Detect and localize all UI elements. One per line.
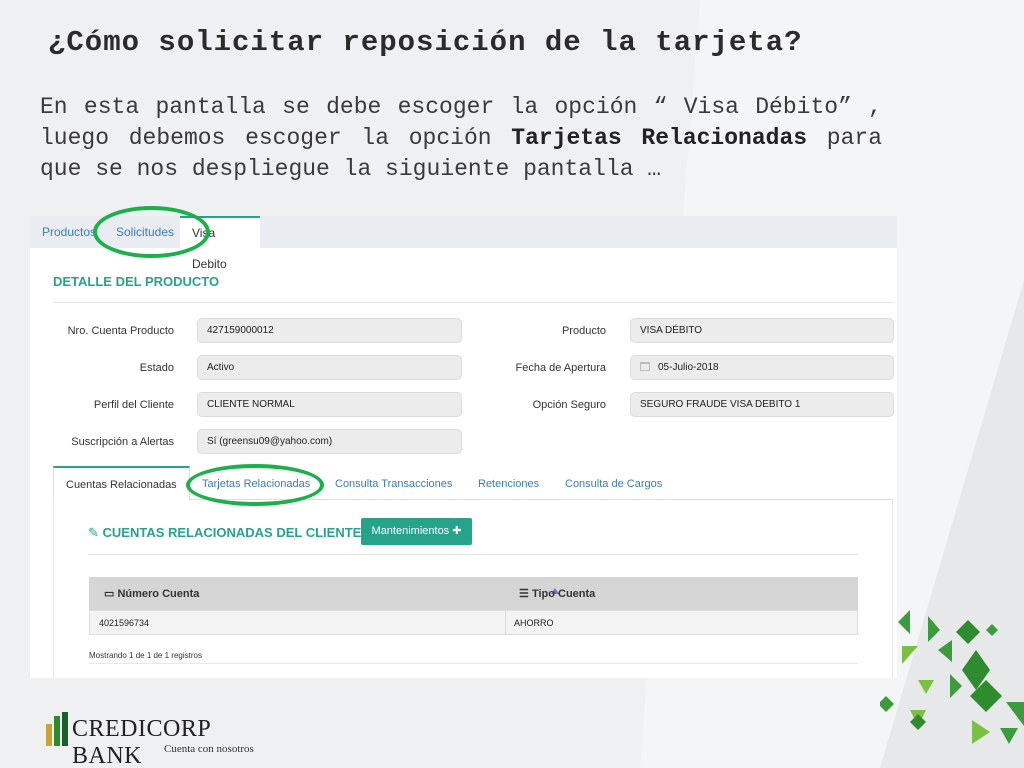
fecha-label: Fecha de Apertura xyxy=(515,362,606,374)
records-info: Mostrando 1 de 1 de 1 registros xyxy=(89,651,202,660)
perfil-label: Perfil del Cliente xyxy=(93,399,174,411)
col-tipo-cuenta-label: Tipo Cuenta xyxy=(531,588,596,600)
nro-cuenta-label: Nro. Cuenta Producto xyxy=(67,325,174,337)
brand-name: CREDICORP BANK xyxy=(72,716,211,768)
col-numero-cuenta[interactable]: ▭ Número Cuenta xyxy=(104,577,199,610)
decorative-triangles xyxy=(880,610,1024,744)
estado-field[interactable]: Activo xyxy=(197,355,462,380)
alertas-field[interactable]: Sí (greensu09@yahoo.com) xyxy=(197,429,462,454)
seguro-label: Opción Seguro xyxy=(532,399,606,411)
related-accounts-title: ✎ CUENTAS RELACIONADAS DEL CLIENTE xyxy=(88,525,361,541)
alertas-label: Suscripción a Alertas xyxy=(71,436,174,448)
slide-title: ¿Cómo solicitar reposición de la tarjeta… xyxy=(48,26,803,59)
calendar-icon xyxy=(640,362,650,371)
cell-divider xyxy=(505,611,506,634)
brand-tagline: Cuenta con nosotros xyxy=(164,743,254,755)
divider xyxy=(88,554,858,555)
table-header: ▭ Número Cuenta ☰ Tipo Cuenta xyxy=(89,577,858,610)
paperclip-icon: ✎ xyxy=(88,525,103,540)
seguro-field[interactable]: SEGURO FRAUDE VISA DEBITO 1 xyxy=(630,392,894,417)
producto-label: Producto xyxy=(561,325,606,337)
detail-title: DETALLE DEL PRODUCTO xyxy=(53,274,220,289)
subtab-consulta-cargos[interactable]: Consulta de Cargos xyxy=(565,466,662,500)
highlight-circle-solicitudes xyxy=(93,206,210,258)
subtabs: Cuentas Relacionadas Tarjetas Relacionad… xyxy=(53,466,893,501)
highlight-circle-tarjetas xyxy=(186,464,324,506)
fecha-value: 05-Julio-2018 xyxy=(658,362,719,373)
list-icon: ☰ xyxy=(519,588,529,600)
estado-label: Estado xyxy=(139,362,174,374)
mantenimientos-button[interactable]: Mantenimientos ✚ xyxy=(361,518,472,545)
col-tipo-cuenta[interactable]: ☰ Tipo Cuenta xyxy=(519,577,595,610)
col-numero-cuenta-label: Número Cuenta xyxy=(117,588,200,600)
subtab-cuentas-relacionadas[interactable]: Cuentas Relacionadas xyxy=(53,466,190,501)
subtab-retenciones[interactable]: Retenciones xyxy=(478,466,539,500)
perfil-field[interactable]: CLIENTE NORMAL xyxy=(197,392,462,417)
intro-bold-option: Tarjetas Relacionadas xyxy=(511,125,808,151)
cell-tipo-cuenta: AHORRO xyxy=(514,618,554,628)
credicorp-logo: CREDICORP BANK Cuenta con nosotros xyxy=(46,712,266,768)
table-row[interactable]: 4021596734 AHORRO xyxy=(89,610,858,635)
subtab-consulta-transacciones[interactable]: Consulta Transacciones xyxy=(335,466,452,500)
divider xyxy=(89,663,858,664)
intro-paragraph: En esta pantalla se debe escoger la opci… xyxy=(40,92,882,185)
mantenimientos-label: Mantenimientos xyxy=(371,525,450,537)
cell-numero-cuenta: 4021596734 xyxy=(99,618,150,628)
divider xyxy=(53,302,893,303)
nro-cuenta-field[interactable]: 427159000012 xyxy=(197,318,462,343)
card-icon: ▭ xyxy=(104,588,115,600)
logo-mark-icon xyxy=(46,712,68,746)
related-accounts-title-text: CUENTAS RELACIONADAS DEL CLIENTE xyxy=(102,525,362,540)
producto-field[interactable]: VISA DÉBITO xyxy=(630,318,894,343)
fecha-field[interactable]: 05-Julio-2018 xyxy=(630,355,894,380)
plus-icon: ✚ xyxy=(452,525,462,537)
app-screenshot: Productos Solicitudes Visa Debito DETALL… xyxy=(30,216,897,678)
